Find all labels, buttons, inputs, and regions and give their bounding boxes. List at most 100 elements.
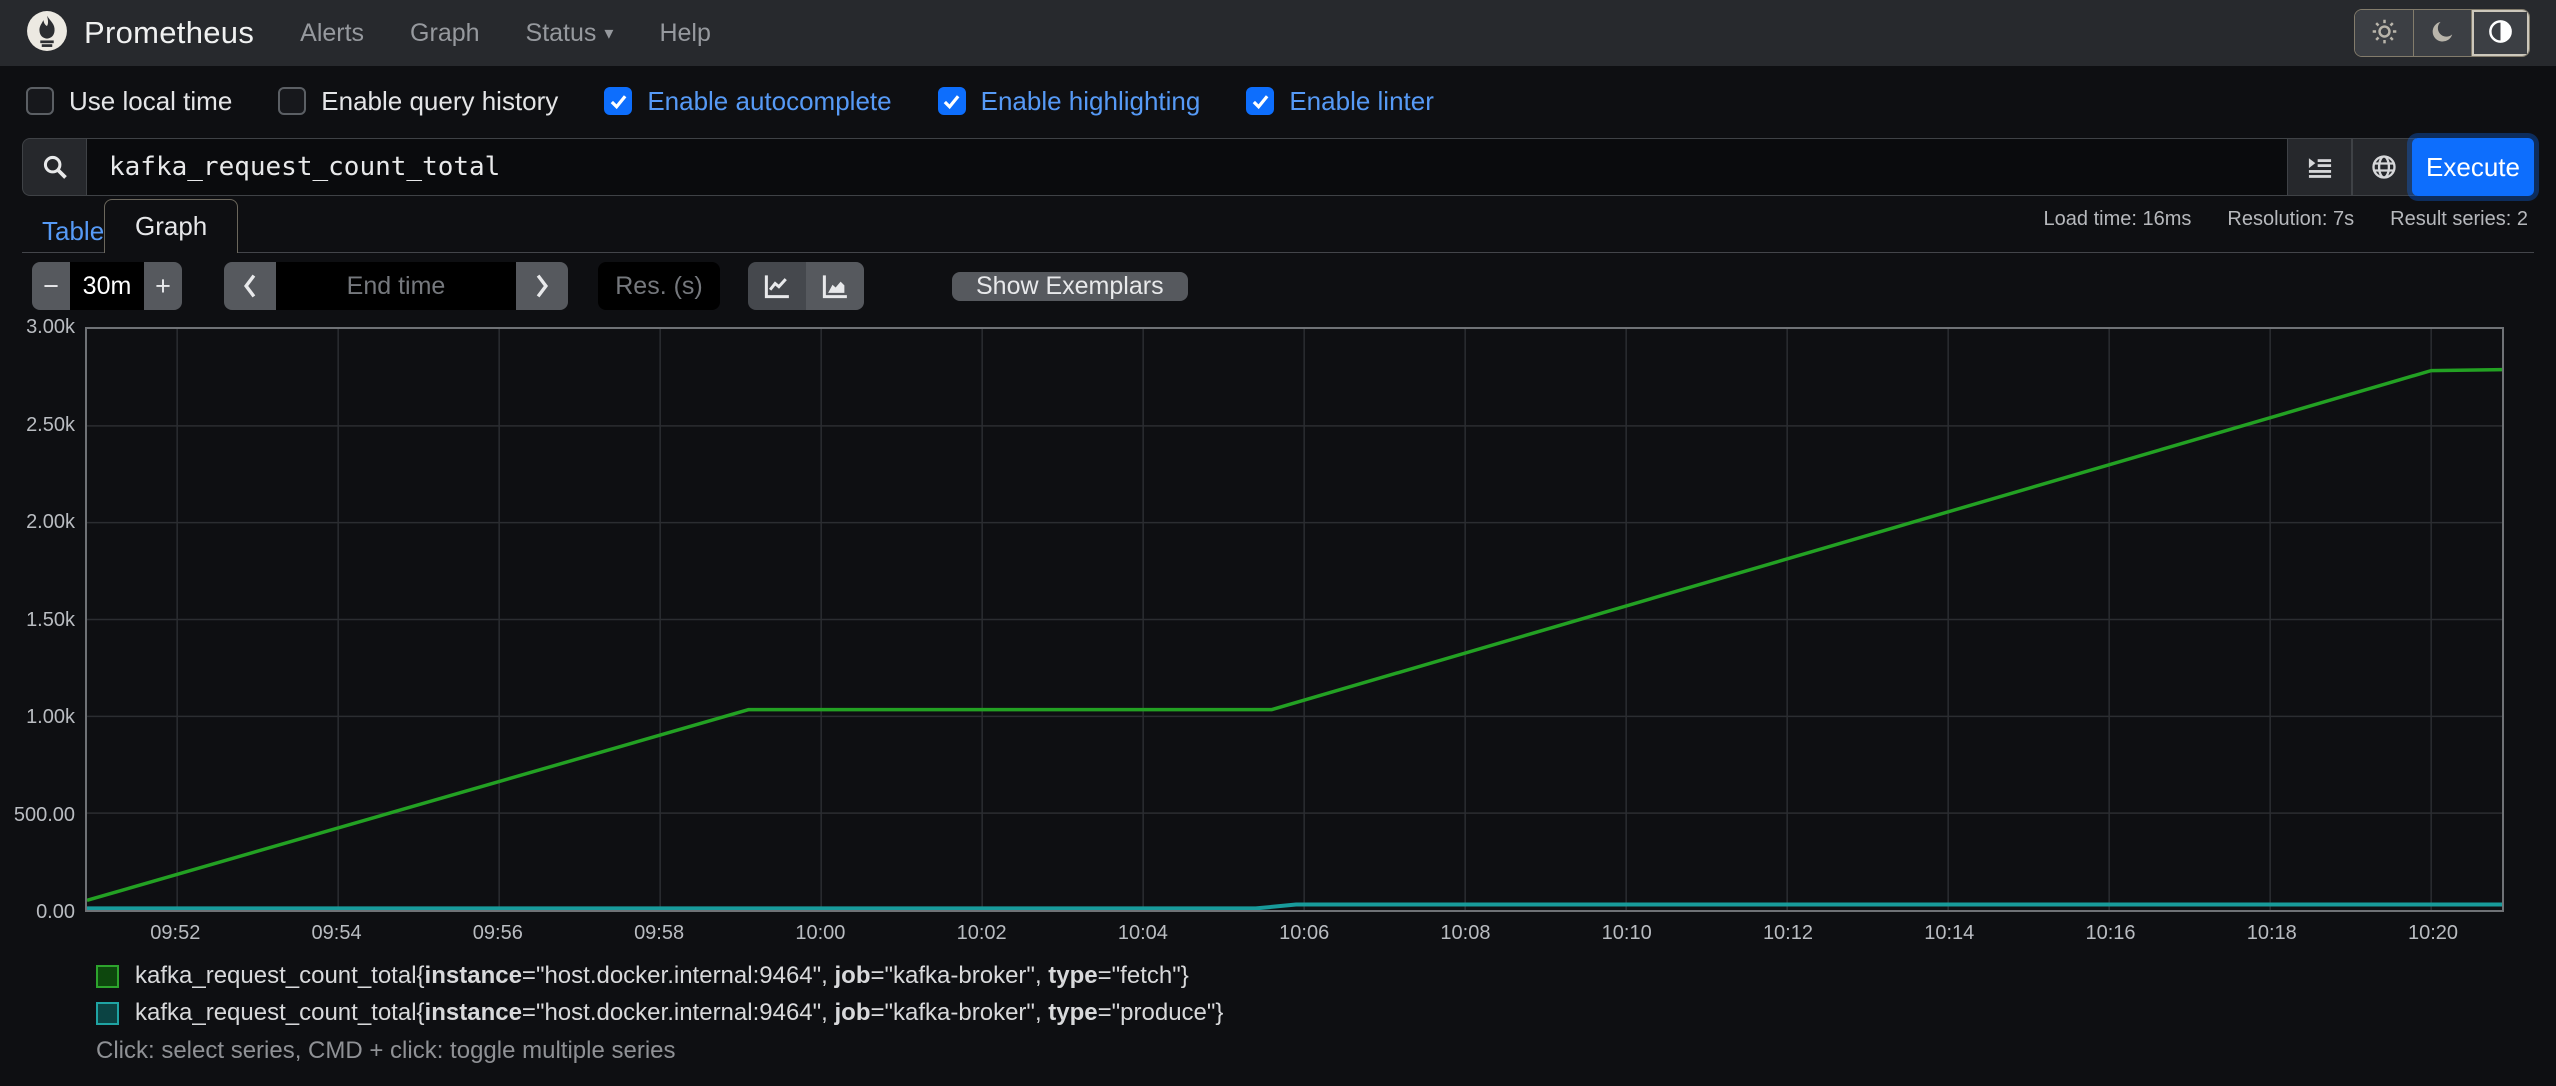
caret-down-icon: ▾: [604, 22, 614, 43]
prometheus-app: Prometheus Alerts Graph Status ▾ Help Use lo…: [0, 0, 2556, 1086]
range-increase-button[interactable]: +: [144, 262, 182, 310]
chevron-left-icon: [243, 274, 256, 298]
metrics-explorer-globe-icon: [2372, 155, 2396, 179]
end-time-input[interactable]: [276, 262, 516, 310]
x-tick-label: 10:12: [1762, 922, 1813, 944]
x-tick-label: 10:02: [956, 922, 1007, 944]
x-tick-label: 10:00: [795, 922, 846, 944]
tabs-divider: [22, 252, 2534, 253]
query-bar: Execute: [22, 138, 2534, 196]
x-tick-label: 09:56: [472, 922, 523, 944]
x-tick-label: 10:10: [1601, 922, 1652, 944]
checkbox[interactable]: [278, 87, 307, 115]
stacked-chart-icon: [822, 275, 847, 299]
execute-button[interactable]: Execute: [2412, 138, 2534, 196]
moon-icon: [2430, 19, 2456, 48]
query-stats: Load time: 16ms Resolution: 7s Result se…: [2044, 208, 2528, 231]
stacked-chart-toggle[interactable]: [806, 262, 864, 310]
series-swatch-icon: [96, 1001, 119, 1025]
option-label: Use local time: [69, 85, 233, 116]
check-icon: [1252, 94, 1269, 109]
theme-auto-contrast-button[interactable]: [2471, 10, 2529, 56]
result-series: Result series: 2: [2390, 208, 2528, 230]
y-tick-label: 1.50k: [26, 608, 75, 631]
x-tick-label: 10:06: [1279, 922, 1330, 944]
y-tick-label: 500.00: [13, 803, 75, 826]
nav-item-status[interactable]: Status ▾: [526, 19, 614, 48]
tab-table[interactable]: Table: [42, 216, 104, 247]
graph-controls: − +: [32, 262, 1188, 310]
x-tick-label: 10:20: [2408, 922, 2459, 944]
chevron-right-icon: [536, 274, 549, 298]
x-tick-label: 10:16: [2085, 922, 2136, 944]
tab-graph[interactable]: Graph: [104, 199, 239, 253]
checkbox[interactable]: [1246, 87, 1275, 115]
option-label: Enable linter: [1289, 85, 1434, 116]
option-enable-autocomplete[interactable]: Enable autocomplete: [604, 85, 892, 117]
sun-icon: [2371, 18, 2398, 48]
time-forward-button[interactable]: [516, 262, 568, 310]
legend-help: Click: select series, CMD + click: toggl…: [96, 1037, 676, 1064]
brand-link[interactable]: Prometheus: [26, 10, 254, 57]
x-tick-label: 10:08: [1440, 922, 1491, 944]
check-icon: [610, 94, 627, 109]
series-swatch-icon: [96, 964, 119, 988]
legend-item-1[interactable]: kafka_request_count_total{instance="host…: [96, 999, 1223, 1027]
range-group: − +: [32, 262, 182, 310]
nav-item-alerts[interactable]: Alerts: [300, 19, 364, 48]
theme-sun-button[interactable]: [2355, 10, 2413, 56]
auto-contrast-icon: [2487, 18, 2514, 48]
series-label: kafka_request_count_total{instance="host…: [135, 962, 1189, 989]
x-tick-label: 09:58: [634, 922, 685, 944]
checkbox[interactable]: [26, 87, 54, 115]
theme-toggle-group: [2354, 9, 2530, 57]
option-enable-query-history[interactable]: Enable query history: [278, 86, 558, 117]
checkbox[interactable]: [604, 87, 633, 115]
series-line[interactable]: [87, 367, 2502, 903]
y-tick-label: 2.00k: [26, 511, 75, 533]
query-input[interactable]: [86, 138, 2288, 196]
resolution: Resolution: 7s: [2227, 208, 2355, 230]
x-tick-label: 10:04: [1117, 922, 1168, 944]
legend: kafka_request_count_total{instance="host…: [96, 962, 1223, 1065]
series-label: kafka_request_count_total{instance="host…: [135, 999, 1224, 1026]
x-tick-label: 10:14: [1924, 922, 1975, 944]
navbar: Prometheus Alerts Graph Status ▾ Help: [0, 0, 2556, 66]
option-enable-linter[interactable]: Enable linter: [1246, 86, 1434, 117]
line-chart-toggle[interactable]: [748, 262, 806, 310]
theme-moon-button[interactable]: [2413, 10, 2471, 56]
format-expression-button[interactable]: [2288, 138, 2352, 196]
option-use-local-time[interactable]: Use local time: [26, 86, 232, 117]
show-exemplars-button[interactable]: Show Exemplars: [952, 271, 1188, 301]
range-input[interactable]: [70, 262, 144, 310]
x-tick-label: 09:54: [311, 922, 362, 944]
search-icon: [22, 138, 86, 196]
metrics-explorer-button[interactable]: [2352, 138, 2416, 196]
end-time-group: [224, 262, 568, 310]
x-tick-label: 10:18: [2246, 922, 2297, 944]
y-tick-label: 0.00: [36, 901, 75, 923]
y-tick-label: 1.00k: [26, 706, 75, 728]
nav-links: Alerts Graph Status ▾ Help: [300, 19, 711, 48]
format-expression-icon: [2308, 158, 2331, 178]
resolution-input[interactable]: [598, 262, 720, 310]
legend-item-0[interactable]: kafka_request_count_total{instance="host…: [96, 962, 1223, 990]
nav-item-graph[interactable]: Graph: [410, 19, 479, 48]
chart-type-toggle-group: [748, 262, 864, 310]
option-label: Enable query history: [321, 85, 559, 116]
series-line[interactable]: [87, 902, 2502, 910]
option-label: Enable highlighting: [980, 85, 1201, 116]
graph-plot-area[interactable]: [85, 327, 2504, 912]
option-enable-highlighting[interactable]: Enable highlighting: [937, 85, 1201, 117]
range-decrease-button[interactable]: −: [32, 262, 70, 310]
checkbox[interactable]: [937, 87, 966, 115]
brand-title: Prometheus: [84, 15, 255, 50]
x-tick-label: 09:52: [150, 922, 201, 944]
time-back-button[interactable]: [224, 262, 276, 310]
option-label: Enable autocomplete: [647, 85, 892, 116]
line-chart-icon: [764, 275, 789, 299]
query-options-row: Use local time Enable query history Enable…: [0, 66, 2556, 136]
y-tick-label: 2.50k: [26, 413, 75, 436]
nav-item-help[interactable]: Help: [659, 19, 710, 48]
check-icon: [943, 94, 960, 109]
